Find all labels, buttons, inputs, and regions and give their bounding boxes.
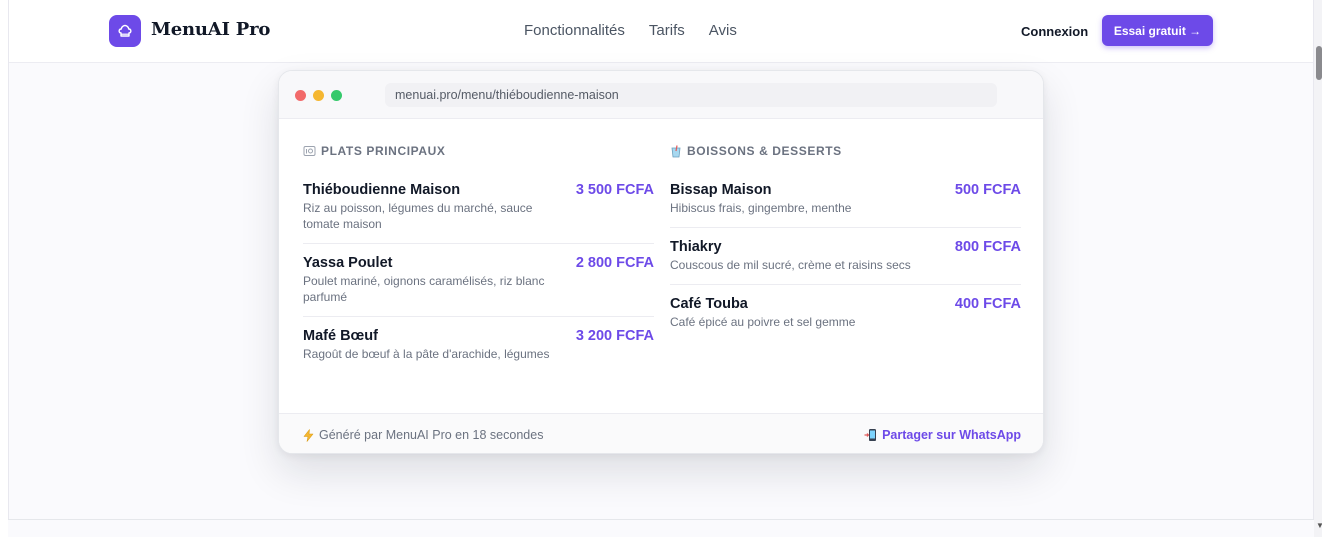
item-price: 800 FCFA: [954, 239, 1021, 255]
item-price: 3 200 FCFA: [575, 328, 654, 344]
drinks-desserts-heading: BOISSONS & DESSERTS: [670, 143, 1021, 159]
cup-icon: [671, 144, 681, 157]
nav-links: Fonctionnalités Tarifs Avis: [524, 22, 737, 39]
item-description: Couscous de mil sucré, crème et raisins …: [670, 258, 911, 272]
item-name: Café Touba: [670, 296, 748, 312]
generated-text: Généré par MenuAI Pro en 18 secondes: [319, 428, 544, 442]
list-item: Bissap Maison 500 FCFA Hibiscus frais, g…: [670, 182, 1021, 228]
drinks-desserts-list: Bissap Maison 500 FCFA Hibiscus frais, g…: [670, 182, 1021, 341]
main-dishes-heading: PLATS PRINCIPAUX: [303, 143, 654, 159]
item-description: Café épicé au poivre et sel gemme: [670, 315, 856, 329]
item-name: Yassa Poulet: [303, 255, 393, 271]
window-maximize-dot: [331, 90, 342, 101]
item-name: Bissap Maison: [670, 182, 772, 198]
window-close-dot: [295, 90, 306, 101]
lightning-icon: [303, 428, 314, 442]
vertical-scrollbar[interactable]: [1314, 0, 1322, 537]
list-item: Café Touba 400 FCFA Café épicé au poivre…: [670, 296, 1021, 341]
main-dishes-column: PLATS PRINCIPAUX Thiéboudienne Maison 3 …: [303, 143, 654, 373]
drinks-desserts-title: BOISSONS & DESSERTS: [687, 144, 842, 158]
menu-preview-card: menuai.pro/menu/thiéboudienne-maison PLA…: [278, 70, 1044, 454]
item-description: Ragoût de bœuf à la pâte d'arachide, lég…: [303, 347, 550, 361]
scrollbar-thumb[interactable]: [1316, 46, 1322, 80]
list-item: Mafé Bœuf 3 200 FCFA Ragoût de bœuf à la…: [303, 328, 654, 373]
item-description: Poulet mariné, oignons caramélisés, riz …: [303, 274, 545, 304]
share-whatsapp-link[interactable]: Partager sur WhatsApp: [864, 428, 1021, 442]
nav-link-features[interactable]: Fonctionnalités: [524, 22, 625, 39]
browser-chrome: menuai.pro/menu/thiéboudienne-maison: [279, 71, 1043, 119]
item-description: Riz au poisson, légumes du marché, sauce…: [303, 201, 533, 231]
url-bar: menuai.pro/menu/thiéboudienne-maison: [385, 83, 997, 107]
item-price: 3 500 FCFA: [575, 182, 654, 198]
scroll-down-icon[interactable]: ▼: [1316, 521, 1322, 530]
share-text[interactable]: Partager sur WhatsApp: [882, 428, 1021, 442]
login-link[interactable]: Connexion: [1021, 24, 1088, 39]
top-nav: MenuAI Pro Fonctionnalités Tarifs Avis C…: [9, 0, 1313, 63]
generated-note: Généré par MenuAI Pro en 18 secondes: [303, 428, 543, 442]
free-trial-button[interactable]: Essai gratuit →: [1102, 15, 1213, 46]
item-price: 2 800 FCFA: [575, 255, 654, 271]
card-footer: Généré par MenuAI Pro en 18 secondes Par…: [279, 413, 1043, 453]
item-name: Thiéboudienne Maison: [303, 182, 461, 198]
nav-link-pricing[interactable]: Tarifs: [649, 22, 685, 39]
main-dishes-list: Thiéboudienne Maison 3 500 FCFA Riz au p…: [303, 182, 654, 373]
item-name: Mafé Bœuf: [303, 328, 378, 344]
list-item: Thiéboudienne Maison 3 500 FCFA Riz au p…: [303, 182, 654, 244]
horizontal-scrollbar[interactable]: [8, 519, 1314, 537]
plate-icon: [303, 146, 316, 156]
list-item: Thiakry 800 FCFA Couscous de mil sucré, …: [670, 239, 1021, 285]
logo[interactable]: [109, 15, 141, 47]
item-price: 500 FCFA: [954, 182, 1021, 198]
item-price: 400 FCFA: [954, 296, 1021, 312]
phone-icon: [864, 429, 877, 441]
window-minimize-dot: [313, 90, 324, 101]
main-dishes-title: PLATS PRINCIPAUX: [321, 144, 446, 158]
nav-link-reviews[interactable]: Avis: [709, 22, 737, 39]
drinks-desserts-column: BOISSONS & DESSERTS Bissap Maison 500 FC…: [670, 143, 1021, 341]
item-name: Thiakry: [670, 239, 722, 255]
chef-hat-icon: [118, 24, 132, 37]
brand-name[interactable]: MenuAI Pro: [151, 19, 270, 40]
item-description: Hibiscus frais, gingembre, menthe: [670, 201, 852, 215]
list-item: Yassa Poulet 2 800 FCFA Poulet mariné, o…: [303, 255, 654, 317]
